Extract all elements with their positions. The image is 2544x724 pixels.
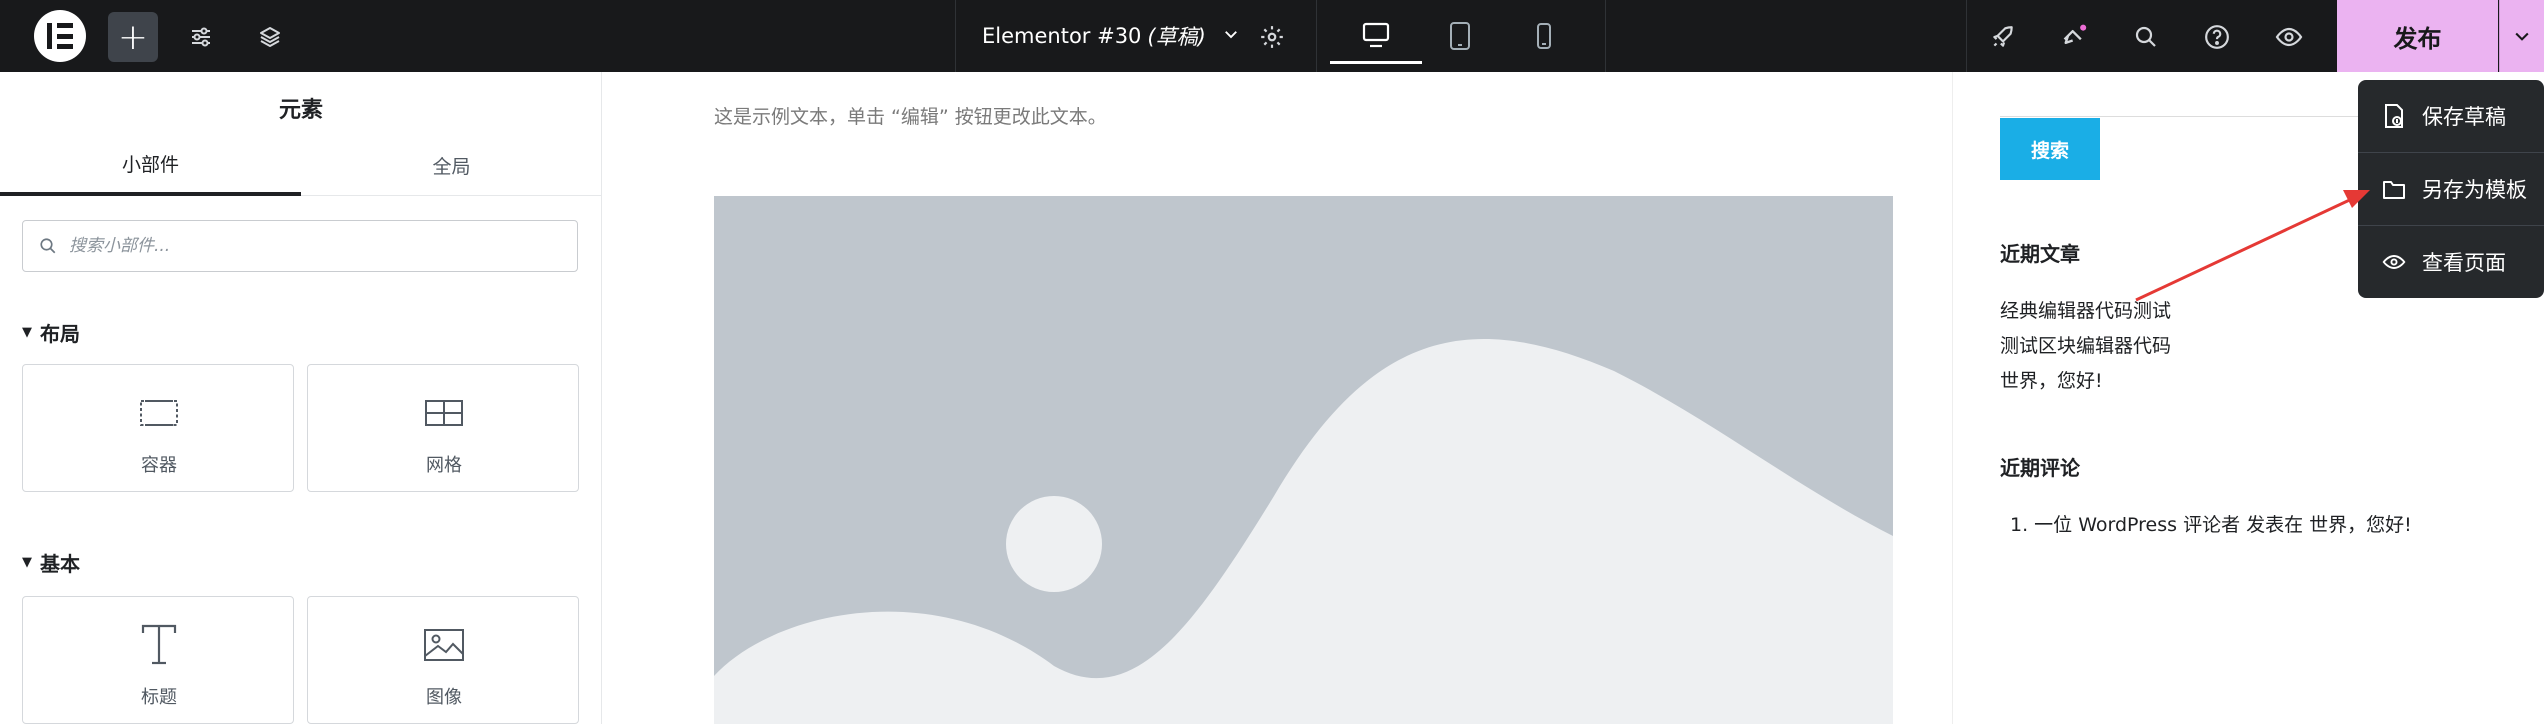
rocket-icon <box>1993 26 2013 47</box>
recent-comment-item[interactable]: 1. 一位 WordPress 评论者 发表在 世界，您好! <box>2010 510 2412 537</box>
document-status: (草稿) <box>1147 25 1206 49</box>
recent-posts-heading: 近期文章 <box>2000 242 2080 266</box>
mobile-icon <box>1537 23 1551 49</box>
grid-icon <box>308 391 580 435</box>
elements-panel: 元素 小部件 全局 ▼ 布局 容器 网格 ▼ 基本 标题 图像 <box>0 72 602 724</box>
menu-item-save-draft[interactable]: 保存草稿 <box>2358 80 2544 152</box>
site-settings-button[interactable] <box>176 12 226 62</box>
image-placeholder[interactable] <box>714 196 1893 724</box>
widget-grid[interactable]: 网格 <box>307 364 579 492</box>
recent-comments-heading: 近期评论 <box>2000 456 2080 480</box>
topbar-divider <box>1605 0 1606 72</box>
topbar-divider <box>1316 0 1317 72</box>
chevron-down-icon <box>2515 32 2529 41</box>
folder-icon <box>2380 178 2408 200</box>
publish-label: 发布 <box>2393 24 2442 53</box>
tab-widgets[interactable]: 小部件 <box>0 134 301 196</box>
widget-label: 图像 <box>426 687 462 708</box>
device-mobile-button[interactable] <box>1498 8 1590 64</box>
section-basic-toggle[interactable]: ▼ 基本 <box>22 548 80 577</box>
whats-new-button[interactable] <box>2050 12 2100 62</box>
menu-item-view-page[interactable]: 查看页面 <box>2358 226 2544 298</box>
elementor-logo-icon <box>47 23 73 49</box>
widget-label: 网格 <box>426 455 462 476</box>
editor-topbar: + Elementor #30 (草稿) 发布 <box>0 0 2544 72</box>
eye-icon <box>2275 27 2303 47</box>
caret-down-icon: ▼ <box>22 325 32 340</box>
widget-search <box>22 220 578 272</box>
launchpad-button[interactable] <box>1978 12 2028 62</box>
widget-image[interactable]: 图像 <box>307 596 579 724</box>
recent-post-link[interactable]: 经典编辑器代码测试 <box>2000 296 2171 323</box>
container-icon <box>23 391 295 435</box>
desktop-icon <box>1362 22 1390 47</box>
publish-options-button[interactable] <box>2499 0 2544 72</box>
widget-label: 容器 <box>141 455 177 476</box>
menu-item-label: 查看页面 <box>2422 251 2506 275</box>
menu-item-label: 保存草稿 <box>2422 105 2506 129</box>
page-settings-button[interactable] <box>1247 12 1297 62</box>
widget-heading[interactable]: 标题 <box>22 596 294 724</box>
sidebar-divider <box>1952 72 1953 724</box>
gear-icon <box>1261 26 1283 48</box>
placeholder-graphic <box>714 338 1893 724</box>
widget-container[interactable]: 容器 <box>22 364 294 492</box>
topbar-divider <box>955 0 956 72</box>
megaphone-icon <box>2063 24 2087 44</box>
menu-item-save-as-template[interactable]: 另存为模板 <box>2358 153 2544 225</box>
help-button[interactable] <box>2192 12 2242 62</box>
section-label: 基本 <box>40 552 80 576</box>
tablet-icon <box>1450 22 1470 50</box>
chevron-down-icon <box>1222 24 1240 48</box>
recent-post-link[interactable]: 测试区块编辑器代码 <box>2000 331 2171 358</box>
recent-post-link[interactable]: 世界，您好! <box>2000 366 2103 393</box>
image-icon <box>308 623 580 667</box>
eye-icon <box>2380 253 2408 271</box>
search-icon <box>2135 26 2156 47</box>
help-icon <box>2205 25 2229 49</box>
device-desktop-button[interactable] <box>1330 8 1422 64</box>
section-layout-toggle[interactable]: ▼ 布局 <box>22 318 80 347</box>
plus-icon: + <box>117 16 149 58</box>
publish-button[interactable]: 发布 <box>2337 0 2498 72</box>
panel-tabs: 小部件 全局 <box>0 134 602 196</box>
document-title: Elementor #30 <box>982 24 1142 48</box>
topbar-divider <box>1966 0 1967 72</box>
elementor-logo-button[interactable] <box>34 10 86 62</box>
file-icon <box>2380 103 2408 129</box>
sliders-icon <box>192 27 210 47</box>
sample-text[interactable]: 这是示例文本，单击 “编辑” 按钮更改此文本。 <box>714 102 1107 129</box>
layers-icon <box>260 27 280 47</box>
preview-button[interactable] <box>2264 12 2314 62</box>
finder-button[interactable] <box>2121 12 2171 62</box>
document-title-dropdown[interactable]: Elementor #30 (草稿) <box>982 0 1240 72</box>
tab-global[interactable]: 全局 <box>301 134 602 196</box>
search-icon <box>40 238 56 254</box>
widget-label: 标题 <box>141 687 177 708</box>
widget-search-input[interactable] <box>69 236 549 256</box>
publish-dropdown-menu: 保存草稿 另存为模板 查看页面 <box>2358 80 2544 298</box>
section-label: 布局 <box>40 322 80 346</box>
menu-item-label: 另存为模板 <box>2422 178 2527 202</box>
caret-down-icon: ▼ <box>22 555 32 570</box>
structure-button[interactable] <box>245 12 295 62</box>
device-tablet-button[interactable] <box>1414 8 1506 64</box>
panel-title: 元素 <box>278 98 323 123</box>
add-element-button[interactable]: + <box>108 12 158 62</box>
heading-icon <box>23 623 295 667</box>
sidebar-search-button[interactable]: 搜索 <box>2000 118 2100 180</box>
